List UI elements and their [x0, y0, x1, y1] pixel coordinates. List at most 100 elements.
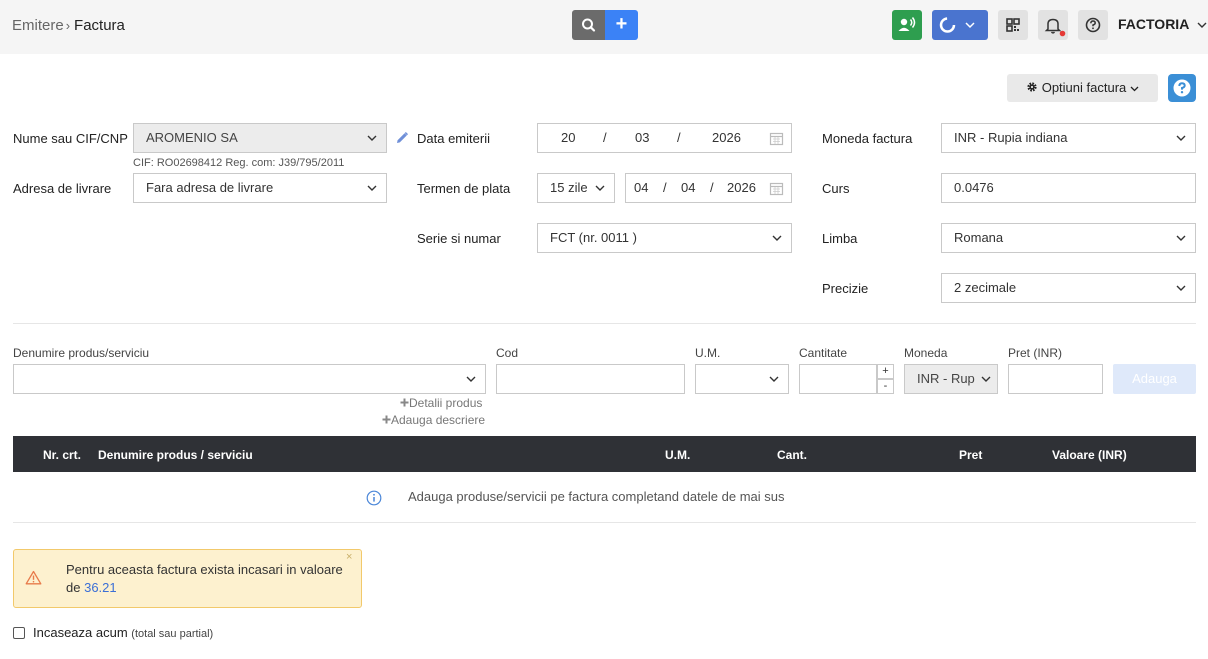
unit-select[interactable]: [695, 364, 789, 394]
payment-term-label: Termen de plata: [417, 181, 511, 196]
add-new-button[interactable]: +: [605, 10, 638, 40]
column-header: Denumire produs / serviciu: [98, 448, 253, 462]
bell-icon: [1044, 18, 1066, 37]
user-voice-icon: [898, 17, 916, 31]
qr-code-button[interactable]: [998, 10, 1028, 40]
sync-menu-button[interactable]: [932, 10, 988, 40]
product-currency-select[interactable]: INR - Rupia indiana: [904, 364, 998, 394]
series-number-select[interactable]: FCT (nr. 0011 ): [537, 223, 792, 253]
notifications-button[interactable]: [1038, 10, 1068, 40]
question-circle-icon: [1085, 17, 1101, 33]
column-header: U.M.: [665, 448, 691, 462]
delivery-address-value: Fara adresa de livrare: [146, 180, 274, 195]
language-select[interactable]: Romana: [941, 223, 1196, 253]
chevron-down-icon: [466, 376, 476, 382]
warning-triangle-icon: [25, 570, 42, 585]
alert-close-button[interactable]: ×: [346, 551, 352, 563]
due-month: 04: [681, 180, 696, 195]
chevron-down-icon: [772, 235, 782, 241]
collect-now-subtext: (total sau partial): [131, 628, 214, 640]
payment-term-value: 15 zile: [550, 180, 588, 195]
account-menu[interactable]: FACTORIA: [1118, 16, 1207, 32]
payments-warning-alert: Pentru aceasta factura exista incasari i…: [13, 549, 362, 608]
due-date-input[interactable]: 04 / 04 / 2026: [625, 173, 792, 203]
client-name-select[interactable]: AROMENIO SA: [133, 123, 387, 153]
quantity-input[interactable]: [799, 364, 877, 394]
calendar-icon[interactable]: [769, 131, 784, 146]
quantity-increment-button[interactable]: +: [877, 364, 894, 379]
chevron-down-icon: [1176, 285, 1186, 291]
delivery-address-label: Adresa de livrare: [13, 181, 112, 196]
contact-support-button[interactable]: [892, 10, 922, 40]
plus-icon: [400, 398, 409, 407]
series-number-value: FCT (nr. 0011 ): [550, 230, 637, 245]
date-separator: /: [677, 130, 681, 145]
invoice-currency-value: INR - Rupia indiana: [954, 130, 1068, 145]
exchange-rate-value: 0.0476: [954, 180, 994, 195]
invoice-options-label: Optiuni factura: [1041, 80, 1127, 95]
collect-now-label: Incaseaza acum (total sau partial): [33, 625, 213, 640]
product-currency-value: INR - Rupia indiana: [917, 371, 975, 386]
add-description-label: Adauga descriere: [391, 413, 486, 427]
chevron-down-icon: [1176, 135, 1186, 141]
product-details-label: Detalii produs: [409, 396, 483, 410]
chevron-down-icon: [367, 135, 377, 141]
info-icon: [366, 490, 382, 506]
page-help-button[interactable]: [1168, 74, 1196, 102]
language-label: Limba: [822, 231, 858, 246]
unit-label: U.M.: [695, 346, 721, 360]
price-input[interactable]: [1008, 364, 1103, 394]
section-divider: [13, 522, 1196, 523]
calendar-icon[interactable]: [769, 181, 784, 196]
column-header: Pret: [959, 448, 983, 462]
delivery-address-select[interactable]: Fara adresa de livrare: [133, 173, 387, 203]
help-menu-button[interactable]: [1078, 10, 1108, 40]
sync-icon: [939, 17, 975, 33]
issue-date-input[interactable]: 20 / 03 / 2026: [537, 123, 792, 153]
add-product-button[interactable]: Adauga: [1113, 364, 1196, 394]
top-bar: Emitere › Factura + FACTORIA: [0, 0, 1208, 54]
product-code-input[interactable]: [496, 364, 685, 394]
client-cif-note: CIF: RO02698412 Reg. com: J39/795/2011: [133, 157, 345, 169]
product-name-label: Denumire produs/serviciu: [13, 346, 150, 360]
column-header: Nr. crt.: [43, 448, 82, 462]
chevron-down-icon: [1130, 86, 1139, 92]
exchange-rate-label: Curs: [822, 181, 850, 196]
empty-table-message: Adauga produse/servicii pe factura compl…: [408, 489, 785, 504]
client-name-value: AROMENIO SA: [146, 130, 238, 145]
language-value: Romana: [954, 230, 1004, 245]
breadcrumb-parent[interactable]: Emitere: [12, 17, 64, 34]
invoice-options-button[interactable]: Optiuni factura: [1007, 74, 1158, 102]
issue-date-label: Data emiterii: [417, 131, 490, 146]
breadcrumb: Emitere › Factura: [12, 17, 125, 34]
search-button[interactable]: [572, 10, 605, 40]
chevron-down-icon: [769, 376, 779, 382]
product-details-link[interactable]: Detalii produs: [400, 396, 482, 410]
issue-month: 03: [635, 130, 650, 145]
chevron-down-icon: [1176, 235, 1186, 241]
precision-label: Precizie: [822, 281, 869, 296]
collect-now-text: Incaseaza acum: [33, 625, 128, 640]
chevron-down-icon: [981, 375, 991, 383]
exchange-rate-input[interactable]: 0.0476: [941, 173, 1196, 203]
gear-icon: [1027, 82, 1037, 92]
alert-message: Pentru aceasta factura exista incasari i…: [66, 561, 351, 597]
date-separator: /: [710, 180, 714, 195]
date-separator: /: [663, 180, 667, 195]
payment-term-select[interactable]: 15 zile: [537, 173, 615, 203]
precision-select[interactable]: 2 zecimale: [941, 273, 1196, 303]
products-table-header: Nr. crt. Denumire produs / serviciu U.M.…: [13, 436, 1196, 472]
brand-name: FACTORIA: [1118, 16, 1189, 32]
question-circle-icon: [1173, 79, 1191, 97]
collect-now-checkbox[interactable]: [13, 627, 25, 639]
product-name-select[interactable]: [13, 364, 486, 394]
quantity-decrement-button[interactable]: -: [877, 379, 894, 394]
payment-amount-link[interactable]: 36.21: [84, 580, 117, 595]
page-title: Factura: [74, 17, 125, 34]
issue-year: 2026: [712, 130, 741, 145]
invoice-currency-select[interactable]: INR - Rupia indiana: [941, 123, 1196, 153]
edit-pencil-icon[interactable]: [395, 131, 409, 145]
due-year: 2026: [727, 180, 756, 195]
section-divider: [13, 323, 1196, 324]
add-description-link[interactable]: Adauga descriere: [382, 413, 485, 427]
